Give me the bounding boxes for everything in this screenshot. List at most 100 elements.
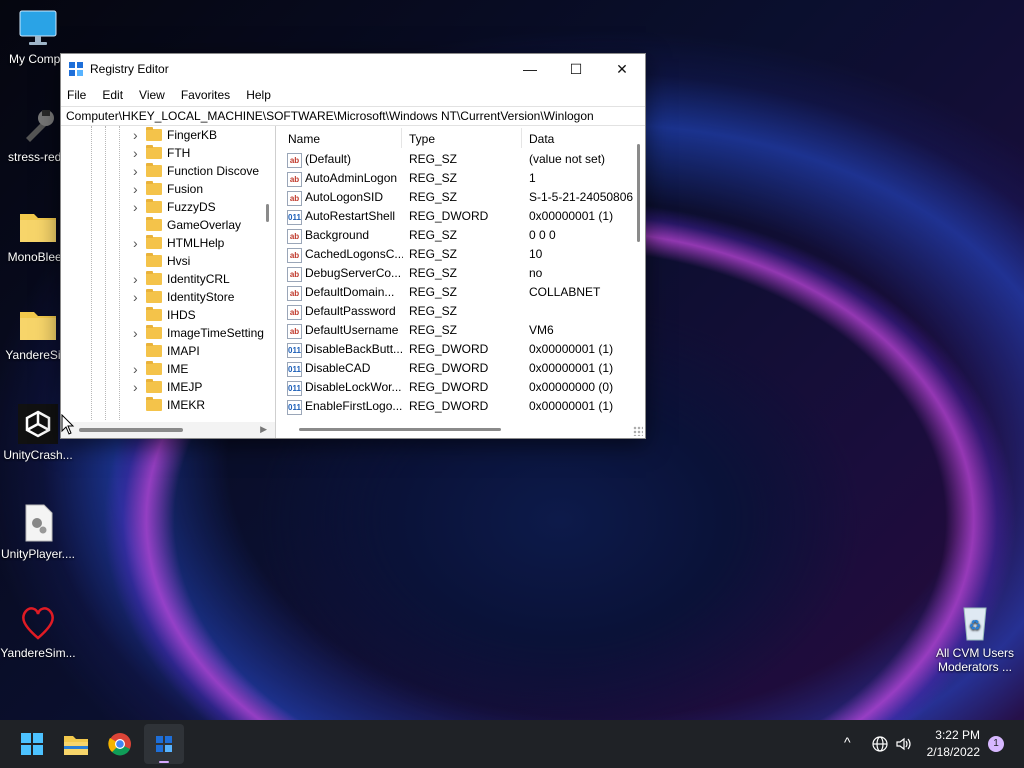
value-row[interactable]: ab CachedLogonsC... REG_SZ 10 (281, 245, 629, 264)
value-row[interactable]: 011 DisableBackButt... REG_DWORD 0x00000001… (281, 340, 629, 359)
tree-item[interactable]: › HTMLHelp (61, 234, 275, 252)
value-row[interactable]: ab DefaultPassword REG_SZ (281, 302, 629, 321)
registry-editor-taskbar-button[interactable] (144, 724, 184, 764)
value-row[interactable]: ab DebugServerCo... REG_SZ no (281, 264, 629, 283)
column-header-type[interactable]: Type (409, 132, 435, 146)
value-row[interactable]: 011 DisableLockWor... REG_DWORD 0x00000000 … (281, 378, 629, 397)
file-explorer-button[interactable] (56, 724, 96, 764)
folder-icon (146, 217, 162, 231)
svg-text:♻: ♻ (969, 618, 982, 634)
tree-item[interactable]: GameOverlay (61, 216, 275, 234)
expand-chevron-icon[interactable]: › (133, 126, 143, 144)
tree-item[interactable]: Hvsi (61, 252, 275, 270)
expand-chevron-icon[interactable]: › (133, 270, 143, 288)
expand-chevron-icon[interactable]: › (133, 234, 143, 252)
clock-time[interactable]: 3:22 PM (918, 728, 980, 742)
desktop-icon-unityplayer[interactable]: UnityPlayer.... (0, 503, 76, 561)
folder-icon (146, 271, 162, 285)
content-panes: › FingerKB › FTH › Function Discove › Fusion › Fu… (61, 126, 645, 438)
value-name: AutoRestartShell (305, 209, 396, 223)
value-type: REG_SZ (409, 190, 458, 204)
column-separator[interactable] (401, 128, 402, 148)
address-bar[interactable]: Computer\HKEY_LOCAL_MACHINE\SOFTWARE\Mic… (61, 106, 645, 126)
value-data: 1 (529, 171, 536, 185)
value-row[interactable]: ab Background REG_SZ 0 0 0 (281, 226, 629, 245)
scroll-right-arrow-icon[interactable]: ▶ (260, 424, 267, 435)
value-data: 0x00000001 (1) (529, 342, 614, 356)
value-name: DebugServerCo... (305, 266, 402, 280)
clock-date[interactable]: 2/18/2022 (918, 745, 980, 759)
expand-chevron-icon[interactable]: › (133, 180, 143, 198)
expand-chevron-icon[interactable]: › (133, 198, 143, 216)
expand-chevron-icon[interactable]: › (133, 360, 143, 378)
value-row[interactable]: ab DefaultUsername REG_SZ VM6 (281, 321, 629, 340)
value-row[interactable]: ab AutoAdminLogon REG_SZ 1 (281, 169, 629, 188)
folder-icon (146, 253, 162, 267)
desktop-icon-label: All CVM Users (935, 646, 1014, 660)
close-button[interactable]: ✕ (599, 54, 645, 84)
registry-editor-window[interactable]: Registry Editor — ☐ ✕ File Edit View Fav… (60, 53, 646, 439)
menu-file[interactable]: File (67, 88, 86, 102)
show-hidden-icons-chevron-icon[interactable]: ^ (844, 734, 851, 750)
value-row[interactable]: ab (Default) REG_SZ (value not set) (281, 150, 629, 169)
column-separator[interactable] (521, 128, 522, 148)
tree-horizontal-scrollbar[interactable]: ▶ (61, 422, 275, 438)
notification-badge[interactable]: 1 (988, 736, 1004, 752)
expand-chevron-icon[interactable]: › (133, 144, 143, 162)
list-horizontal-scrollbar[interactable] (299, 428, 501, 431)
chrome-icon (108, 733, 131, 756)
tree-item[interactable]: IHDS (61, 306, 275, 324)
menu-help[interactable]: Help (246, 88, 271, 102)
resize-grip[interactable] (633, 426, 643, 436)
value-row[interactable]: 011 AutoRestartShell REG_DWORD 0x00000001 (… (281, 207, 629, 226)
column-header-name[interactable]: Name (288, 132, 320, 146)
menu-edit[interactable]: Edit (102, 88, 123, 102)
tree-item[interactable]: › ImageTimeSetting (61, 324, 275, 342)
minimize-button[interactable]: — (507, 54, 553, 84)
menu-favorites[interactable]: Favorites (181, 88, 230, 102)
value-name: AutoLogonSID (305, 190, 384, 204)
value-row[interactable]: 011 DisableCAD REG_DWORD 0x00000001 (1) (281, 359, 629, 378)
tree-item[interactable]: IMAPI (61, 342, 275, 360)
volume-icon[interactable] (895, 735, 913, 753)
tree-item[interactable]: IMEKR (61, 396, 275, 414)
tree-item[interactable]: › IME (61, 360, 275, 378)
binary-value-icon: 011 (287, 400, 302, 415)
tool-icon (18, 106, 58, 146)
globe-icon[interactable] (871, 735, 889, 753)
folder-icon (146, 235, 162, 249)
menu-view[interactable]: View (139, 88, 165, 102)
tree-item[interactable]: › FingerKB (61, 126, 275, 144)
value-row[interactable]: ab AutoLogonSID REG_SZ S-1-5-21-24050806 (281, 188, 633, 207)
tree-item[interactable]: › IMEJP (61, 378, 275, 396)
column-header-data[interactable]: Data (529, 132, 554, 146)
tree-item[interactable]: › IdentityStore (61, 288, 275, 306)
string-value-icon: ab (287, 229, 302, 244)
tree-vertical-scrollbar[interactable] (266, 204, 269, 222)
value-name: Background (305, 228, 370, 242)
value-row[interactable]: ab DefaultDomain... REG_SZ COLLABNET (281, 283, 629, 302)
tree-item-label: Fusion (167, 182, 204, 196)
expand-chevron-icon[interactable]: › (133, 324, 143, 342)
tree-item[interactable]: › Function Discove (61, 162, 275, 180)
desktop-icon-yanderesim[interactable]: YandereSim... (0, 602, 76, 660)
desktop-icon-recycle-bin[interactable]: ♻ All CVM Users Moderators ... (930, 602, 1020, 674)
chrome-button[interactable] (100, 724, 140, 764)
value-type: REG_SZ (409, 228, 458, 242)
value-row[interactable]: 011 EnableFirstLogo... REG_DWORD 0x00000001… (281, 397, 629, 416)
expand-chevron-icon[interactable]: › (133, 378, 143, 396)
tree-item-label: FuzzyDS (167, 200, 216, 214)
expand-chevron-icon[interactable]: › (133, 288, 143, 306)
tree-item[interactable]: › FTH (61, 144, 275, 162)
title-bar[interactable]: Registry Editor — ☐ ✕ (61, 54, 645, 84)
tree-item[interactable]: › FuzzyDS (61, 198, 275, 216)
key-tree[interactable]: › FingerKB › FTH › Function Discove › Fusion › Fu… (61, 126, 276, 438)
start-button[interactable] (12, 724, 52, 764)
values-list[interactable]: Name Type Data ab (Default) REG_SZ (value n… (281, 126, 645, 438)
expand-chevron-icon[interactable]: › (133, 162, 143, 180)
tree-item[interactable]: › Fusion (61, 180, 275, 198)
tree-item-label: Hvsi (167, 254, 191, 268)
scrollbar-thumb[interactable] (79, 428, 183, 432)
tree-item[interactable]: › IdentityCRL (61, 270, 275, 288)
maximize-button[interactable]: ☐ (553, 54, 599, 84)
